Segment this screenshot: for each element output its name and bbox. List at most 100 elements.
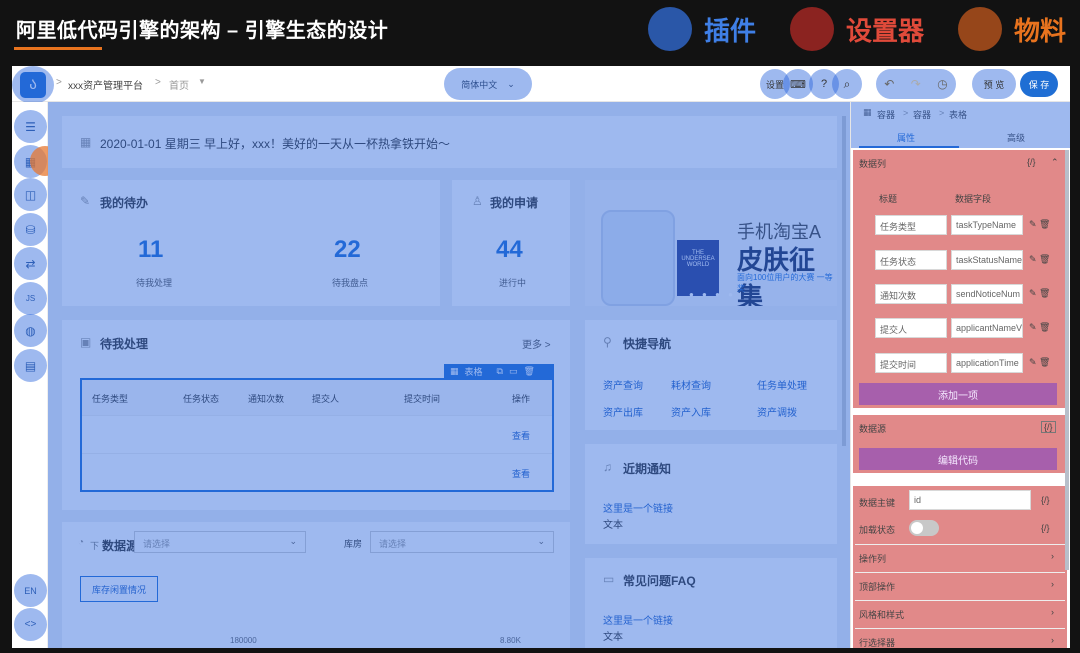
top-bar: ა > xxx资产管理平台 > 首页 ▼ 简体中文 ⌄ 设置 ⌨ ? ⌕ ↶ ↷… [12, 66, 1070, 102]
column-title-value: 任务类型 [880, 222, 916, 232]
column-title-value: 提交人 [880, 325, 907, 335]
loading-state-toggle[interactable] [909, 520, 939, 536]
section-label: 风格和样式 [859, 608, 904, 621]
edit-delete-icons[interactable]: ✎ 🗑 [1029, 288, 1050, 299]
save-label: 保 存 [1029, 78, 1050, 91]
chevron-right-icon: › [1051, 607, 1054, 617]
lang-label: EN [24, 586, 37, 596]
code-view-button[interactable]: <> [14, 608, 47, 641]
preview-button[interactable]: 预 览 [972, 69, 1016, 99]
column-field-value: applicationTime [956, 358, 1019, 368]
settings-label: 设置 [766, 78, 784, 91]
section-label: 行选择器 [859, 636, 895, 648]
field-column-header: 数据字段 [955, 192, 991, 205]
breadcrumb-separator-icon: > [155, 77, 161, 88]
edit-delete-icons[interactable]: ✎ 🗑 [1029, 357, 1050, 368]
variable-bind-icon[interactable]: {/} [1041, 495, 1050, 505]
search-icon[interactable]: ⌕ [832, 69, 862, 99]
plugin-overlay-panel-header [851, 102, 1070, 148]
chevron-down-icon: ⌄ [507, 79, 515, 90]
plugin-overlay-canvas [48, 102, 850, 648]
column-field-input[interactable]: applicantNameView [951, 318, 1023, 338]
section-row-selector[interactable]: 行选择器 › [855, 628, 1065, 648]
column-field-input[interactable]: taskTypeName [951, 215, 1023, 235]
legend-material-label: 物料 [1014, 11, 1066, 48]
section-label: 操作列 [859, 552, 886, 565]
toggle-knob [911, 522, 923, 534]
edit-delete-icons[interactable]: ✎ 🗑 [1029, 219, 1050, 230]
language-select[interactable]: 简体中文 ⌄ [444, 68, 532, 100]
language-toggle-button[interactable]: EN [14, 574, 47, 607]
legend-setter: 设置器 [790, 6, 924, 52]
chevron-right-icon: › [1051, 579, 1054, 589]
column-title-value: 任务状态 [880, 257, 916, 267]
legend-plugin-dot [648, 7, 692, 51]
history-toolbar: ↶ ↷ ◷ [876, 69, 956, 99]
primary-key-label: 数据主键 [859, 496, 895, 509]
section-style[interactable]: 风格和样式 › [855, 600, 1065, 624]
chevron-down-icon[interactable]: ▼ [198, 77, 206, 86]
data-columns-title: 数据列 [859, 157, 886, 170]
left-plugin-sidebar: ☰ ▦ ◫ ⛁ ⇄ JS ◍ ▤ EN <> [12, 102, 48, 648]
column-title-value: 通知次数 [880, 291, 916, 301]
edit-code-button[interactable]: 编辑代码 [859, 448, 1057, 470]
edit-delete-icons[interactable]: ✎ 🗑 [1029, 254, 1050, 265]
variable-bind-icon[interactable]: {/} [1041, 523, 1050, 533]
code-label: <> [25, 619, 37, 630]
language-label: 简体中文 [461, 78, 497, 91]
column-field-value: sendNoticeNum [956, 289, 1020, 299]
button-label: 添加一项 [938, 387, 978, 402]
legend-setter-dot [790, 7, 834, 51]
history-clock-icon[interactable]: ◷ [937, 77, 947, 91]
panel-scrollbar[interactable] [1065, 150, 1069, 570]
column-title-input[interactable]: 提交时间 [875, 353, 947, 373]
js-icon[interactable]: JS [14, 282, 47, 315]
title-underline [14, 47, 102, 50]
column-field-input[interactable]: taskStatusName [951, 250, 1023, 270]
edit-delete-icons[interactable]: ✎ 🗑 [1029, 322, 1050, 333]
schema-icon[interactable]: ⇄ [14, 247, 47, 280]
primary-key-input[interactable]: id [909, 490, 1031, 510]
editor-screenshot: ა > xxx资产管理平台 > 首页 ▼ 简体中文 ⌄ 设置 ⌨ ? ⌕ ↶ ↷… [12, 66, 1070, 648]
undo-icon[interactable]: ↶ [884, 77, 894, 91]
plugin-overlay-logo [12, 66, 54, 104]
breadcrumb-page[interactable]: 首页 [169, 77, 189, 92]
section-label: 顶部操作 [859, 580, 895, 593]
column-title-input[interactable]: 提交人 [875, 318, 947, 338]
variable-bind-icon[interactable]: {/} [1027, 157, 1036, 167]
table-list-icon[interactable]: ▤ [14, 349, 47, 382]
column-title-input[interactable]: 任务状态 [875, 250, 947, 270]
column-field-value: taskStatusName [956, 255, 1022, 265]
page-layout-icon[interactable]: ◫ [14, 178, 47, 211]
chevron-right-icon: › [1051, 635, 1054, 645]
breadcrumb-app[interactable]: xxx资产管理平台 [68, 77, 143, 92]
legend-plugin-label: 插件 [704, 11, 756, 48]
outline-tree-icon[interactable]: ☰ [14, 110, 47, 143]
redo-icon[interactable]: ↷ [911, 77, 921, 91]
column-field-input[interactable]: sendNoticeNum [951, 284, 1023, 304]
column-title-input[interactable]: 任务类型 [875, 215, 947, 235]
legend-setter-label: 设置器 [846, 11, 924, 48]
chevron-right-icon: › [1051, 551, 1054, 561]
button-label: 编辑代码 [938, 452, 978, 467]
collapse-icon[interactable]: ⌃ [1051, 157, 1059, 168]
globe-icon[interactable]: ◍ [14, 314, 47, 347]
column-title-input[interactable]: 通知次数 [875, 284, 947, 304]
add-column-button[interactable]: 添加一项 [859, 383, 1057, 405]
save-button[interactable]: 保 存 [1020, 71, 1058, 97]
loading-state-label: 加载状态 [859, 523, 895, 536]
variable-bind-icon[interactable]: {/} [1041, 421, 1056, 433]
legend-material: 物料 [958, 6, 1066, 52]
column-field-value: applicantNameView [956, 323, 1023, 333]
canvas-area: ▦ 2020-01-01 星期三 早上好，xxx！美好的一天从一杯热拿铁开始～ … [48, 102, 850, 648]
datasource-setting-title: 数据源 [859, 422, 886, 435]
datasource-icon[interactable]: ⛁ [14, 213, 47, 246]
section-operation-column[interactable]: 操作列 › [855, 544, 1065, 568]
column-field-input[interactable]: applicationTime [951, 353, 1023, 373]
column-title-value: 提交时间 [880, 360, 916, 370]
settings-panel: ▦ 容器 > 容器 > 表格 属性 高级 数据列 {/} ⌃ 标题 数据字段 任… [850, 102, 1070, 648]
breadcrumb-separator-icon: > [56, 77, 62, 88]
section-top-actions[interactable]: 顶部操作 › [855, 572, 1065, 596]
slide-title: 阿里低代码引擎的架构 – 引擎生态的设计 [16, 14, 388, 43]
title-column-header: 标题 [879, 192, 897, 205]
